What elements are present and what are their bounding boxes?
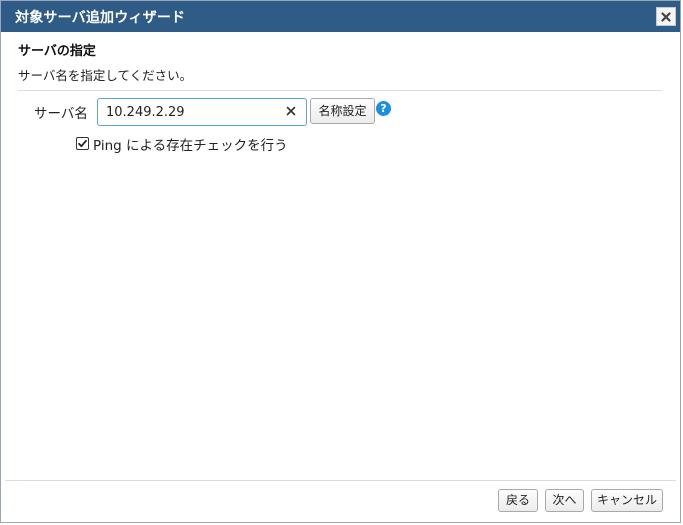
ping-check-checkbox[interactable]	[76, 137, 89, 150]
back-button[interactable]: 戻る	[498, 489, 538, 512]
ping-check-label[interactable]: Ping による存在チェックを行う	[93, 134, 288, 154]
clear-input-icon[interactable]	[284, 104, 298, 118]
window-title: 対象サーバ追加ウィザード	[15, 10, 186, 26]
server-name-input[interactable]	[98, 99, 286, 125]
next-button[interactable]: 次へ	[545, 489, 584, 512]
wizard-dialog: 対象サーバ追加ウィザード サーバの指定 サーバ名を指定してください。 サーバ名 …	[0, 0, 681, 523]
server-name-label: サーバ名	[34, 106, 88, 122]
cancel-button[interactable]: キャンセル	[591, 489, 663, 512]
checkmark-icon	[78, 139, 87, 148]
close-icon	[661, 11, 671, 22]
name-setting-button[interactable]: 名称設定	[310, 98, 375, 124]
section-title: サーバの指定	[18, 44, 96, 59]
divider	[18, 90, 662, 91]
footer-divider	[5, 480, 676, 481]
server-name-field[interactable]	[97, 98, 307, 126]
section-description: サーバ名を指定してください。	[18, 68, 193, 83]
title-bar[interactable]: 対象サーバ追加ウィザード	[1, 1, 680, 32]
close-button[interactable]	[656, 7, 676, 26]
help-icon[interactable]: ?	[376, 101, 391, 116]
